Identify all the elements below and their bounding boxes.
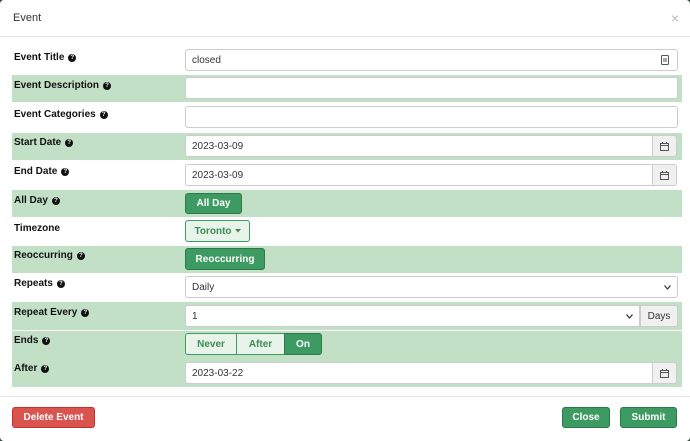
row-reoccurring: Reoccurring? Reoccurring [12, 246, 682, 273]
close-icon[interactable]: × [671, 10, 679, 26]
after-date-input[interactable]: 2023-03-22 [185, 362, 653, 384]
question-circle-icon: ? [68, 53, 77, 62]
event-categories-input[interactable] [185, 106, 678, 128]
after-label: After? [14, 363, 50, 374]
row-repeats: Repeats? Daily [12, 274, 682, 301]
ends-label: Ends? [14, 335, 51, 346]
event-description-input[interactable] [185, 77, 678, 99]
repeat-every-select[interactable]: 1 [185, 305, 640, 327]
caret-down-icon [234, 229, 241, 233]
ends-on-option[interactable]: On [284, 333, 322, 355]
row-after: After? 2023-03-22 [12, 360, 682, 387]
event-categories-label: Event Categories? [14, 109, 108, 120]
chevron-down-icon [626, 313, 633, 319]
event-title-input[interactable]: closed [185, 49, 678, 71]
modal-header: Event × [0, 0, 690, 37]
question-circle-icon: ? [51, 196, 60, 205]
calendar-icon[interactable] [652, 164, 677, 186]
event-title-label: Event Title? [14, 52, 77, 63]
row-event-description: Event Description? [12, 75, 682, 102]
repeats-label: Repeats? [14, 278, 65, 289]
ends-never-option[interactable]: Never [185, 333, 237, 355]
timezone-value: Toronto [194, 225, 232, 237]
close-button[interactable]: Close [562, 407, 610, 428]
row-timezone: Timezone Toronto [12, 218, 682, 245]
timezone-dropdown[interactable]: Toronto [185, 220, 250, 242]
submit-button[interactable]: Submit [620, 407, 677, 428]
question-circle-icon: ? [61, 167, 70, 176]
repeats-value: Daily [192, 281, 215, 293]
question-circle-icon: ? [56, 279, 65, 288]
event-modal: Event × Event Title? closed Event Descri… [0, 0, 690, 441]
row-end-date: End Date? 2023-03-09 [12, 162, 682, 189]
question-circle-icon: ? [76, 251, 85, 260]
question-circle-icon: ? [41, 364, 50, 373]
contact-card-icon [661, 55, 669, 65]
event-title-value: closed [192, 54, 221, 66]
question-circle-icon: ? [65, 138, 74, 147]
calendar-icon[interactable] [652, 362, 677, 384]
row-repeat-every: Repeat Every? 1 Days [12, 302, 682, 330]
modal-footer: Delete Event Close Submit [0, 396, 690, 441]
question-circle-icon: ? [81, 308, 90, 317]
all-day-button[interactable]: All Day [185, 193, 242, 214]
event-description-label: Event Description? [14, 80, 112, 91]
ends-after-option[interactable]: After [236, 333, 285, 355]
reoccurring-button[interactable]: Reoccurring [185, 248, 265, 270]
start-date-label: Start Date? [14, 137, 74, 148]
row-start-date: Start Date? 2023-03-09 [12, 133, 682, 160]
question-circle-icon: ? [42, 336, 51, 345]
row-event-title: Event Title? closed [12, 47, 682, 74]
row-all-day: All Day? All Day [12, 190, 682, 217]
repeat-every-value: 1 [192, 310, 198, 322]
question-circle-icon: ? [99, 110, 108, 119]
end-date-input[interactable]: 2023-03-09 [185, 164, 653, 186]
repeats-select[interactable]: Daily [185, 276, 678, 298]
calendar-icon[interactable] [652, 135, 677, 157]
row-event-categories: Event Categories? [12, 104, 682, 131]
start-date-input[interactable]: 2023-03-09 [185, 135, 653, 157]
chevron-down-icon [664, 284, 671, 290]
repeat-unit-addon: Days [640, 305, 678, 327]
modal-title: Event [13, 12, 42, 24]
repeat-every-label: Repeat Every? [14, 307, 90, 318]
timezone-label: Timezone [14, 223, 60, 234]
reoccurring-label: Reoccurring? [14, 250, 85, 261]
delete-event-button[interactable]: Delete Event [12, 407, 95, 428]
row-ends: Ends? Never After On [12, 331, 682, 360]
all-day-label: All Day? [14, 195, 60, 206]
end-date-label: End Date? [14, 166, 70, 177]
question-circle-icon: ? [103, 81, 112, 90]
